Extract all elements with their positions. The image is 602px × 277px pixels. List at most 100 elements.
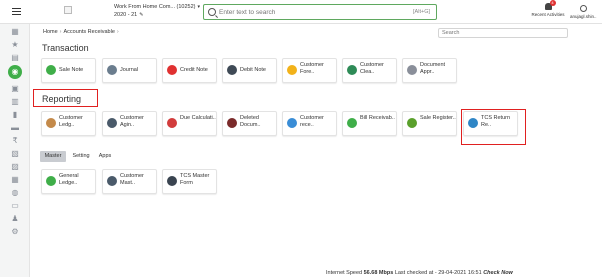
favorites-icon[interactable]: ★	[10, 41, 20, 49]
card-label: Customer Fore..	[300, 62, 324, 75]
card-deleted-document[interactable]: Deleted Docum..	[222, 111, 277, 136]
card-label: Deleted Docum..	[240, 115, 261, 128]
globe-icon[interactable]: ◍	[10, 189, 20, 197]
settings-icon[interactable]: ⚙	[10, 228, 20, 236]
tab-setting[interactable]: Setting	[70, 151, 92, 162]
card-customer-master[interactable]: Customer Mast..	[102, 169, 157, 194]
monitor-icon[interactable]: ▭	[10, 202, 20, 210]
card-bill-receivable[interactable]: Bill Receivab..	[342, 111, 397, 136]
card-label: General Ledge..	[59, 173, 79, 186]
sidebar: ▦ ★ ▤ ⛟ ◉ ▣ ▥ ▮ ▬ ₹ ▧ ▨ ▦ ◍ ▭ ♟ ⚙	[0, 24, 30, 277]
user-name: anujagl.shin..	[570, 14, 597, 19]
global-search-input[interactable]	[219, 7, 399, 18]
page-search-input[interactable]	[438, 28, 568, 38]
top-bar: Work From Home Com... (10252) ▾ 2020 - 21…	[0, 0, 602, 24]
tab-apps[interactable]: Apps	[96, 151, 114, 162]
card-general-ledger[interactable]: General Ledge..	[41, 169, 96, 194]
card-due-calculation[interactable]: Due Calculati..	[162, 111, 217, 136]
breadcrumb-home[interactable]: Home	[43, 29, 58, 35]
search-shortcut: [Alt+G]	[413, 9, 430, 15]
status-bar: Internet Speed 56.68 Mbps Last checked a…	[326, 270, 513, 276]
card-label: Debit Note	[240, 67, 266, 73]
card-label: Customer Clea..	[360, 62, 384, 75]
users-icon[interactable]: ♟	[10, 215, 20, 223]
journal-icon	[107, 65, 117, 75]
customer-clearance-icon	[347, 65, 357, 75]
card-document-approval[interactable]: Document Appr..	[402, 58, 457, 83]
internet-speed-label: Internet Speed	[326, 270, 363, 276]
internet-speed-value: 56.68 Mbps	[363, 270, 394, 276]
menu-icon[interactable]	[12, 8, 21, 15]
card-customer-clearance[interactable]: Customer Clea..	[342, 58, 397, 83]
card-label: Sale Register..	[420, 115, 456, 121]
card-label: Due Calculati..	[180, 115, 216, 121]
breadcrumb-current: Accounts Receivable	[63, 29, 115, 35]
calculator-icon[interactable]: ▥	[10, 98, 20, 106]
report-icon[interactable]: ▧	[10, 150, 20, 158]
general-ledger-icon	[46, 176, 56, 186]
document-approval-icon	[407, 65, 417, 75]
transaction-title: Transaction	[42, 43, 89, 53]
deleted-document-icon	[227, 118, 237, 128]
card-label: TCS Master Form	[180, 173, 210, 186]
card-customer-ageing[interactable]: Customer Agin..	[102, 111, 157, 136]
breadcrumb: Home › Accounts Receivable ›	[43, 29, 121, 35]
card-sale-register[interactable]: Sale Register..	[402, 111, 457, 136]
recent-activities-button[interactable]: 4 Recent Activities	[528, 0, 568, 17]
card-debit-note[interactable]: Debit Note	[222, 58, 277, 83]
notification-badge: 4	[549, 0, 556, 6]
check-now-link[interactable]: Check Now	[483, 270, 513, 276]
company-selector[interactable]: Work From Home Com... (10252) ▾ 2020 - 21…	[114, 4, 200, 19]
search-icon	[208, 8, 216, 16]
card-label: Customer Ledg..	[59, 115, 83, 128]
card-label: Sale Note	[59, 67, 84, 73]
card-customer-receipt[interactable]: Customer rece..	[282, 111, 337, 136]
customer-receipt-icon	[287, 118, 297, 128]
customer-ageing-icon	[107, 118, 117, 128]
recent-activities-label: Recent Activities	[531, 12, 565, 17]
company-logo	[64, 6, 72, 14]
user-icon	[579, 5, 587, 12]
card-tcs-master[interactable]: TCS Master Form	[162, 169, 217, 194]
accounts-receivable-icon[interactable]: ◉	[8, 65, 22, 79]
card-label: Document Appr..	[420, 62, 446, 75]
card-label: TCS Return Re..	[481, 115, 511, 128]
edit-icon[interactable]: ✎	[139, 12, 143, 18]
card-customer-forecast[interactable]: Customer Fore..	[282, 58, 337, 83]
document-icon[interactable]: ▤	[10, 54, 20, 62]
tcs-return-icon	[468, 118, 478, 128]
rupee-icon[interactable]: ₹	[10, 137, 20, 145]
card-label: Credit Note	[180, 67, 208, 73]
credit-note-icon	[167, 65, 177, 75]
company-name: Work From Home Com... (10252)	[114, 4, 196, 10]
global-search[interactable]: [Alt+G]	[203, 4, 437, 20]
calendar-icon[interactable]: ▦	[10, 176, 20, 184]
card-tcs-return[interactable]: TCS Return Re..	[463, 111, 518, 136]
card-label: Bill Receivab..	[360, 115, 395, 121]
card-journal[interactable]: Journal	[102, 58, 157, 83]
last-checked-text: Last checked at - 29-04-2021 16:51	[394, 270, 482, 276]
card-label: Journal	[120, 67, 139, 73]
reporting-title: Reporting	[42, 94, 82, 104]
user-menu[interactable]: anujagl.shin..	[570, 5, 597, 19]
bell-icon: 4	[544, 0, 556, 10]
card-label: Customer Agin..	[120, 115, 144, 128]
debit-note-icon	[227, 65, 237, 75]
card-credit-note[interactable]: Credit Note	[162, 58, 217, 83]
folder-icon[interactable]: ▬	[10, 124, 20, 132]
card-customer-ledger[interactable]: Customer Ledg..	[41, 111, 96, 136]
breadcrumb-separator: ›	[59, 29, 62, 35]
book-icon[interactable]: ▨	[10, 163, 20, 171]
building-icon[interactable]: ▮	[10, 111, 20, 119]
card-sale-note[interactable]: Sale Note	[41, 58, 96, 83]
customer-forecast-icon	[287, 65, 297, 75]
sale-note-icon	[46, 65, 56, 75]
sale-register-icon	[407, 118, 417, 128]
dashboard-icon[interactable]: ▦	[10, 28, 20, 36]
cash-icon[interactable]: ▣	[10, 85, 20, 93]
tcs-master-icon	[167, 176, 177, 186]
financial-year: 2020 - 21	[114, 11, 138, 18]
tab-master[interactable]: Master	[40, 151, 66, 162]
breadcrumb-separator: ›	[116, 29, 119, 35]
customer-master-icon	[107, 176, 117, 186]
